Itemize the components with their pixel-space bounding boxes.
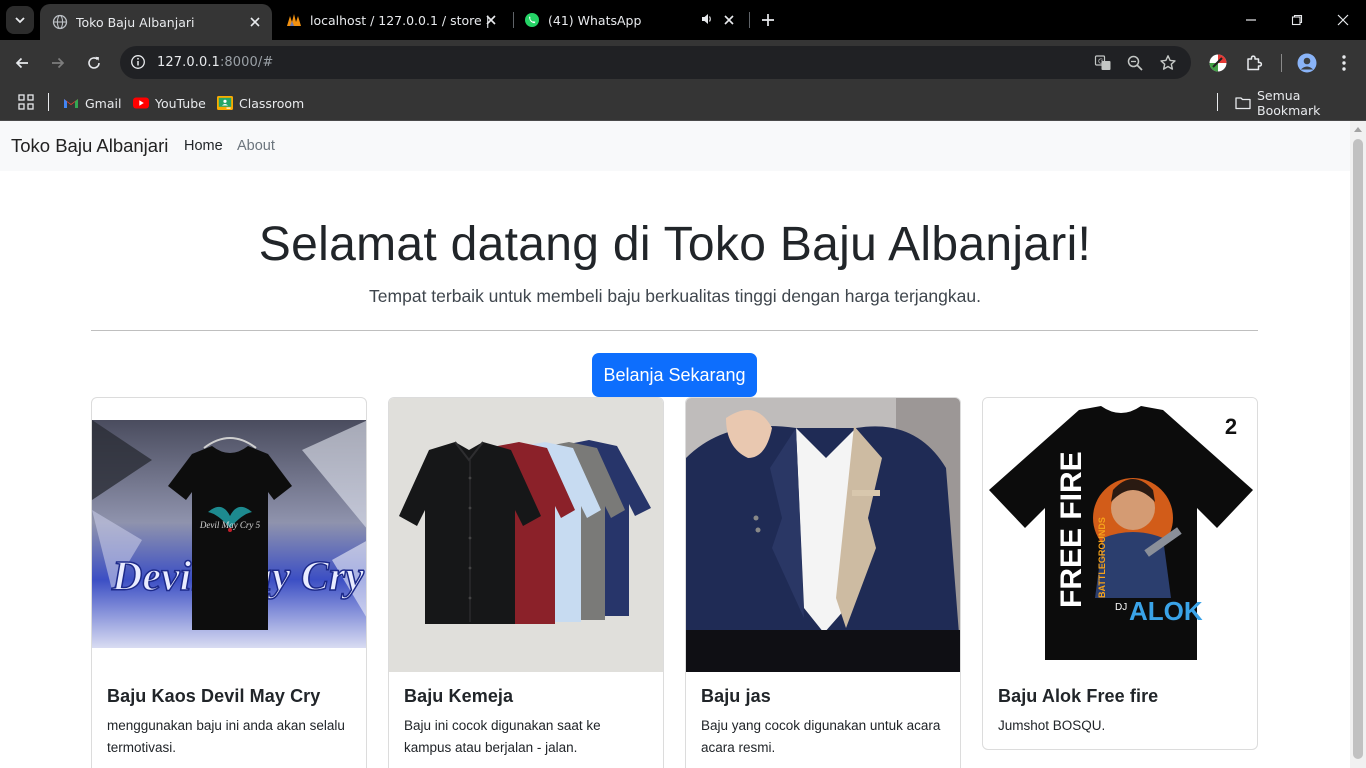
reload-button[interactable] bbox=[81, 50, 107, 76]
bookmark-star-icon[interactable] bbox=[1159, 54, 1177, 72]
close-window-button[interactable] bbox=[1320, 0, 1366, 40]
hero-title: Selamat datang di Toko Baju Albanjari! bbox=[258, 218, 1092, 271]
phpmyadmin-icon bbox=[286, 12, 302, 28]
bookmark-label: YouTube bbox=[155, 95, 206, 111]
scroll-up-arrow-icon[interactable] bbox=[1354, 127, 1362, 132]
arrow-left-icon bbox=[15, 57, 28, 69]
tab-separator bbox=[749, 12, 750, 28]
close-icon bbox=[1337, 14, 1349, 26]
zoom-icon[interactable] bbox=[1126, 54, 1144, 72]
tshirt-number-text: 2 bbox=[1225, 414, 1237, 439]
product-image[interactable]: Devil May Cry 5 Devil May Cry 5 bbox=[92, 420, 366, 648]
product-description: menggunakan baju ini anda akan selalu te… bbox=[107, 718, 345, 755]
whatsapp-icon bbox=[524, 12, 540, 28]
site-info-icon[interactable] bbox=[130, 54, 146, 70]
reload-icon bbox=[88, 56, 100, 69]
bookmark-label: Gmail bbox=[85, 95, 122, 111]
site-navbar: Toko Baju Albanjari Home About bbox=[0, 121, 1350, 171]
product-description: Baju yang cocok digunakan untuk acara ac… bbox=[701, 718, 941, 755]
globe-icon bbox=[52, 14, 68, 30]
bookmarks-separator bbox=[1217, 93, 1218, 111]
product-card: 2 FREE FIRE BATTLEGROUNDS DJ ALOK Baju A… bbox=[982, 397, 1258, 750]
tab-search-button[interactable] bbox=[6, 6, 34, 34]
product-card: Devil May Cry 5 Devil May Cry 5 Baju Kao… bbox=[91, 397, 367, 768]
bookmarks-bar: Gmail YouTube Classroom Semua Bookmark bbox=[0, 85, 1366, 121]
hero-divider bbox=[91, 330, 1258, 331]
scrollbar-thumb[interactable] bbox=[1353, 139, 1363, 759]
tab-toko-baju[interactable]: Toko Baju Albanjari bbox=[40, 4, 272, 40]
youtube-icon bbox=[133, 95, 149, 111]
translate-icon[interactable]: G bbox=[1094, 54, 1112, 72]
free-fire-alok-tshirt-photo: 2 FREE FIRE BATTLEGROUNDS DJ ALOK bbox=[983, 398, 1257, 672]
profile-avatar-icon[interactable] bbox=[1297, 53, 1317, 73]
product-title: Baju jas bbox=[701, 686, 771, 706]
bookmarks-separator bbox=[48, 93, 49, 111]
chevron-down-icon bbox=[15, 17, 25, 24]
navy-blazer-photo bbox=[686, 398, 960, 672]
product-image[interactable] bbox=[389, 398, 663, 672]
tshirt-print-text: FREE FIRE bbox=[1055, 451, 1088, 608]
forward-button[interactable] bbox=[45, 50, 71, 76]
toolbar-separator bbox=[1281, 54, 1282, 72]
close-tab-icon[interactable] bbox=[248, 15, 262, 29]
bookmark-classroom[interactable]: Classroom bbox=[217, 93, 304, 113]
gmail-icon bbox=[63, 95, 79, 111]
minimize-button[interactable] bbox=[1228, 0, 1274, 40]
nav-link-home[interactable]: Home bbox=[184, 138, 223, 154]
restore-icon bbox=[1291, 14, 1303, 26]
classroom-icon bbox=[217, 95, 233, 111]
close-tab-icon[interactable] bbox=[722, 13, 736, 27]
tab-phpmyadmin[interactable]: localhost / 127.0.0.1 / store | ph bbox=[276, 0, 508, 40]
page-scrollbar[interactable] bbox=[1350, 121, 1366, 768]
close-tab-icon[interactable] bbox=[484, 13, 498, 27]
tshirt-print-text: BATTLEGROUNDS bbox=[1097, 517, 1107, 598]
navbar-brand[interactable]: Toko Baju Albanjari bbox=[11, 135, 168, 157]
arrow-right-icon bbox=[52, 57, 65, 69]
product-title: Baju Alok Free fire bbox=[998, 686, 1159, 706]
shop-now-button[interactable]: Belanja Sekarang bbox=[592, 353, 757, 397]
svg-text:G: G bbox=[1098, 58, 1103, 66]
restore-button[interactable] bbox=[1274, 0, 1320, 40]
bookmark-youtube[interactable]: YouTube bbox=[133, 93, 206, 113]
menu-kebab-icon[interactable] bbox=[1334, 53, 1354, 73]
nav-link-about[interactable]: About bbox=[237, 138, 275, 154]
all-bookmarks-button[interactable]: Semua Bookmark bbox=[1235, 88, 1366, 118]
extension-colorful-icon[interactable] bbox=[1208, 53, 1228, 73]
browser-toolbar: 127.0.0.1:8000/# G bbox=[0, 40, 1366, 85]
tab-whatsapp[interactable]: (41) WhatsApp bbox=[514, 0, 746, 40]
tshirt-print-text: DJ bbox=[1115, 602, 1127, 613]
product-title: Baju Kaos Devil May Cry bbox=[107, 686, 321, 706]
product-card: Baju Kemeja Baju ini cocok digunakan saa… bbox=[388, 397, 664, 768]
speaker-icon[interactable] bbox=[700, 12, 714, 26]
address-bar[interactable]: 127.0.0.1:8000/# G bbox=[120, 46, 1191, 79]
tab-title: localhost / 127.0.0.1 / store | ph bbox=[310, 12, 490, 28]
back-button[interactable] bbox=[9, 50, 35, 76]
minimize-icon bbox=[1246, 19, 1256, 21]
product-title: Baju Kemeja bbox=[404, 686, 514, 706]
product-image[interactable]: 2 FREE FIRE BATTLEGROUNDS DJ ALOK bbox=[983, 398, 1257, 672]
bookmark-gmail[interactable]: Gmail bbox=[63, 93, 121, 113]
url-text: 127.0.0.1:8000/# bbox=[157, 55, 274, 70]
black-tshirt-devil-may-cry-photo: Devil May Cry 5 Devil May Cry 5 bbox=[92, 420, 366, 648]
tab-title: (41) WhatsApp bbox=[548, 12, 642, 28]
folder-icon bbox=[1235, 95, 1251, 111]
extensions-puzzle-icon[interactable] bbox=[1244, 53, 1264, 73]
tab-strip: Toko Baju Albanjari localhost / 127.0.0.… bbox=[0, 0, 1366, 40]
shirts-five-colors-photo bbox=[389, 398, 663, 672]
hero-lead: Tempat terbaik untuk membeli baju berkua… bbox=[369, 286, 981, 306]
product-card: Baju jas Baju yang cocok digunakan untuk… bbox=[685, 397, 961, 768]
page-viewport: Toko Baju Albanjari Home About Selamat d… bbox=[0, 121, 1350, 768]
bookmark-label: Classroom bbox=[239, 95, 305, 111]
bookmark-label: Semua Bookmark bbox=[1257, 88, 1321, 118]
new-tab-icon[interactable] bbox=[758, 10, 778, 30]
product-description: Baju ini cocok digunakan saat ke kampus … bbox=[404, 718, 601, 755]
product-image[interactable] bbox=[686, 398, 960, 672]
tab-title: Toko Baju Albanjari bbox=[76, 14, 195, 30]
product-description: Jumshot BOSQU. bbox=[998, 718, 1106, 733]
tshirt-print-text: ALOK bbox=[1129, 596, 1203, 626]
apps-grid-icon[interactable] bbox=[18, 94, 34, 110]
